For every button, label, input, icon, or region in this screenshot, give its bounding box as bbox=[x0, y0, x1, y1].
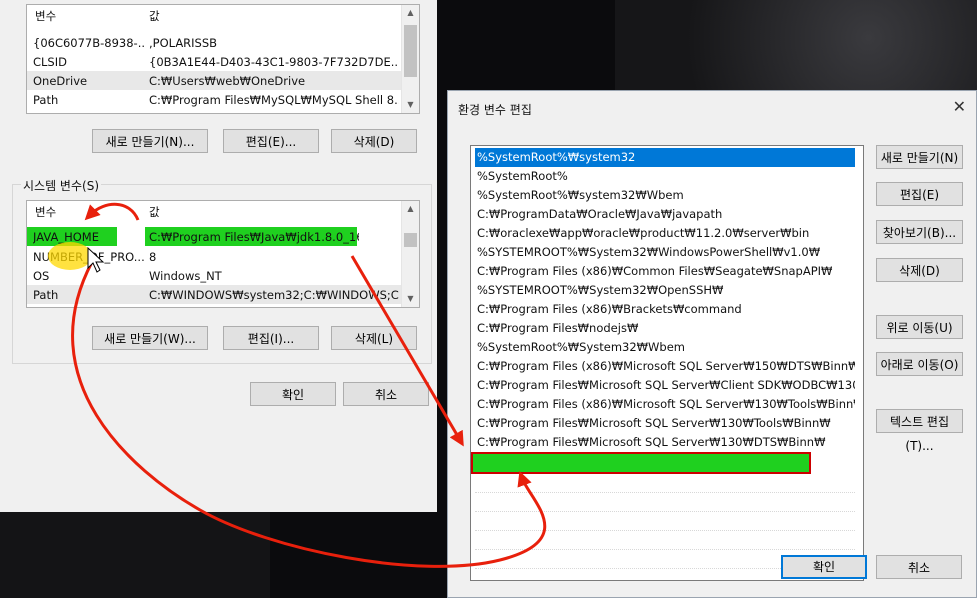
list-item[interactable]: C:₩Program Files (x86)₩Common Files₩Seag… bbox=[475, 262, 855, 281]
system-variables-list[interactable]: 변수 값 JAVA_HOME C:₩Program Files₩Java₩jdk… bbox=[26, 200, 420, 308]
list-item[interactable]: %SystemRoot%₩system32₩Wbem bbox=[475, 186, 855, 205]
variable-value: C:₩Program Files₩Java₩jdk1.8.0_161 bbox=[149, 230, 359, 244]
list-item[interactable]: %SystemRoot% bbox=[475, 167, 855, 186]
edit-environment-variable-dialog: 환경 변수 편집 ✕ %SystemRoot%₩system32 %System… bbox=[447, 90, 977, 598]
user-variables-list[interactable]: 변수 값 {06C6077B-8938-... ,POLARISSB CLSID… bbox=[26, 4, 420, 114]
list-item[interactable]: %SystemRoot%₩system32 bbox=[475, 148, 855, 167]
cancel-button[interactable]: 취소 bbox=[343, 382, 429, 406]
cancel-button[interactable]: 취소 bbox=[876, 555, 962, 579]
divider bbox=[475, 511, 855, 513]
list-item[interactable]: C:₩Program Files₩Microsoft SQL Server₩13… bbox=[475, 433, 855, 452]
variable-name: CLSID bbox=[33, 55, 67, 69]
variable-name: NUMBER_OF_PRO... bbox=[33, 250, 145, 264]
variable-name: Path bbox=[33, 288, 59, 302]
variable-name: OS bbox=[33, 269, 50, 283]
variable-value: C:₩WINDOWS₩system32;C:₩WINDOWS;C... bbox=[149, 288, 399, 302]
divider bbox=[475, 530, 855, 532]
user-edit-button[interactable]: 편집(E)... bbox=[223, 129, 319, 153]
variable-value: ,POLARISSB bbox=[149, 36, 218, 50]
system-variables-label: 시스템 변수(S) bbox=[21, 177, 101, 194]
list-item[interactable]: %SYSTEMROOT%₩System32₩OpenSSH₩ bbox=[475, 281, 855, 300]
list-item[interactable]: OS Windows_NT bbox=[27, 266, 401, 285]
list-item[interactable]: C:₩Program Files₩nodejs₩ bbox=[475, 319, 855, 338]
dialog-title: 환경 변수 편집 bbox=[458, 103, 532, 117]
list-item[interactable]: {06C6077B-8938-... ,POLARISSB bbox=[27, 33, 401, 52]
desktop-background-bottom bbox=[0, 510, 270, 598]
list-item[interactable]: C:₩Program Files (x86)₩Microsoft SQL Ser… bbox=[475, 395, 855, 414]
list-item[interactable]: OneDrive C:₩Users₩web₩OneDrive bbox=[27, 71, 401, 90]
vertical-scrollbar[interactable]: ▲ ▼ bbox=[401, 201, 419, 307]
variable-value: C:₩Program Files₩MySQL₩MySQL Shell 8.... bbox=[149, 93, 399, 107]
list-item[interactable]: C:₩oraclexe₩app₩oracle₩product₩11.2.0₩se… bbox=[475, 224, 855, 243]
close-icon[interactable]: ✕ bbox=[953, 97, 966, 116]
list-item[interactable]: NUMBER_OF_PRO... 8 bbox=[27, 247, 401, 266]
list-item[interactable]: C:₩ProgramData₩Oracle₩Java₩javapath bbox=[475, 205, 855, 224]
list-item[interactable]: Path C:₩Program Files₩MySQL₩MySQL Shell … bbox=[27, 90, 401, 109]
column-name-header[interactable]: 변수 bbox=[35, 8, 56, 24]
scroll-down-icon[interactable]: ▼ bbox=[402, 291, 419, 307]
user-new-button[interactable]: 새로 만들기(N)... bbox=[92, 129, 208, 153]
variable-value: 8 bbox=[149, 250, 157, 264]
edit-button[interactable]: 편집(E) bbox=[876, 182, 963, 206]
list-item-java-home[interactable]: JAVA_HOME C:₩Program Files₩Java₩jdk1.8.0… bbox=[27, 227, 401, 246]
new-entry-highlight[interactable] bbox=[471, 452, 811, 474]
column-value-header[interactable]: 값 bbox=[149, 204, 160, 220]
list-item[interactable]: %SYSTEMROOT%₩System32₩WindowsPowerShell₩… bbox=[475, 243, 855, 262]
variable-name: Path bbox=[33, 93, 59, 107]
list-item[interactable]: Path C:₩WINDOWS₩system32;C:₩WINDOWS;C... bbox=[27, 285, 401, 304]
system-list-header: 변수 값 bbox=[27, 201, 419, 221]
ok-button[interactable]: 확인 bbox=[781, 555, 867, 579]
divider bbox=[475, 549, 855, 551]
list-item[interactable]: C:₩Program Files (x86)₩Microsoft SQL Ser… bbox=[475, 357, 855, 376]
user-list-header: 변수 값 bbox=[27, 5, 419, 25]
variable-name: JAVA_HOME bbox=[33, 230, 99, 244]
column-value-header[interactable]: 값 bbox=[149, 8, 160, 24]
list-item[interactable]: C:₩Program Files₩Microsoft SQL Server₩13… bbox=[475, 414, 855, 433]
environment-variables-dialog: 변수 값 {06C6077B-8938-... ,POLARISSB CLSID… bbox=[0, 0, 437, 512]
list-item[interactable]: CLSID {0B3A1E44-D403-43C1-9803-7F732D7DE… bbox=[27, 52, 401, 71]
move-down-button[interactable]: 아래로 이동(O) bbox=[876, 352, 963, 376]
browse-button[interactable]: 찾아보기(B)... bbox=[876, 220, 963, 244]
new-button[interactable]: 새로 만들기(N) bbox=[876, 145, 963, 169]
column-name-header[interactable]: 변수 bbox=[35, 204, 56, 220]
list-item[interactable]: C:₩Program Files₩Microsoft SQL Server₩Cl… bbox=[475, 376, 855, 395]
scroll-thumb[interactable] bbox=[404, 25, 417, 77]
system-edit-button[interactable]: 편집(I)... bbox=[223, 326, 319, 350]
variable-value: {0B3A1E44-D403-43C1-9803-7F732D7DE... bbox=[149, 55, 399, 69]
vertical-scrollbar[interactable]: ▲ ▼ bbox=[401, 5, 419, 113]
list-item[interactable]: %SystemRoot%₩System32₩Wbem bbox=[475, 338, 855, 357]
scroll-thumb[interactable] bbox=[404, 233, 417, 247]
variable-value: C:₩Users₩web₩OneDrive bbox=[149, 74, 306, 88]
variable-name: OneDrive bbox=[33, 74, 88, 88]
system-delete-button[interactable]: 삭제(L) bbox=[331, 326, 417, 350]
variable-name: {06C6077B-8938-... bbox=[33, 36, 145, 50]
user-delete-button[interactable]: 삭제(D) bbox=[331, 129, 417, 153]
scroll-down-icon[interactable]: ▼ bbox=[402, 97, 419, 113]
system-new-button[interactable]: 새로 만들기(W)... bbox=[92, 326, 208, 350]
ok-button[interactable]: 확인 bbox=[250, 382, 336, 406]
list-item[interactable]: C:₩Program Files (x86)₩Brackets₩command bbox=[475, 300, 855, 319]
desktop-background bbox=[615, 0, 977, 95]
delete-button[interactable]: 삭제(D) bbox=[876, 258, 963, 282]
scroll-up-icon[interactable]: ▲ bbox=[402, 5, 419, 21]
move-up-button[interactable]: 위로 이동(U) bbox=[876, 315, 963, 339]
scroll-up-icon[interactable]: ▲ bbox=[402, 201, 419, 217]
variable-value: Windows_NT bbox=[149, 269, 222, 283]
path-entries-list[interactable]: %SystemRoot%₩system32 %SystemRoot% %Syst… bbox=[470, 145, 864, 581]
divider bbox=[475, 492, 855, 494]
edit-text-button[interactable]: 텍스트 편집(T)... bbox=[876, 409, 963, 453]
